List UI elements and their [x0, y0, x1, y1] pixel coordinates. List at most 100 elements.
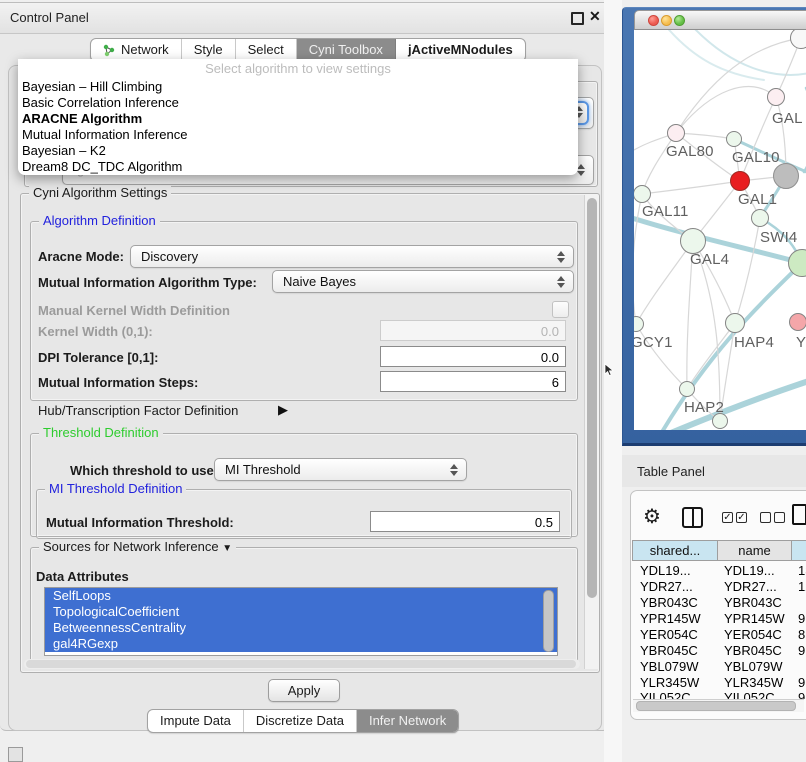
combo-stepper-icon — [557, 276, 566, 288]
close-icon[interactable]: ✕ — [589, 8, 601, 25]
list-item[interactable]: BetweennessCentrality — [45, 620, 557, 636]
table-cell[interactable]: YBR043C — [640, 595, 698, 610]
column-header-shared[interactable]: shared... — [632, 540, 718, 561]
window-minimize-icon[interactable] — [661, 15, 672, 26]
mi-steps-field[interactable]: 6 — [380, 371, 566, 392]
settings-hscrollbar-thumb[interactable] — [26, 660, 576, 668]
mi-type-label: Mutual Information Algorithm Type: — [38, 275, 257, 290]
combo-stepper-icon — [450, 464, 459, 476]
tab-jactivemnodules-label: jActiveMNodules — [408, 39, 513, 61]
dpi-tolerance-field[interactable]: 0.0 — [380, 346, 566, 367]
table-cell[interactable]: 12 — [798, 579, 806, 594]
table-cell[interactable]: YIL052C — [640, 690, 691, 699]
mi-type-combobox[interactable]: Naive Bayes — [272, 270, 574, 293]
table-cell[interactable]: YPR145W — [724, 611, 785, 626]
table-cell[interactable]: YBL079W — [640, 659, 699, 674]
node-label: SWI4 — [760, 229, 797, 246]
popup-item[interactable]: Bayesian – K2 — [18, 143, 578, 159]
table-cell[interactable]: YBL079W — [724, 659, 783, 674]
table-cell[interactable]: YDL19... — [724, 563, 775, 578]
apply-button[interactable]: Apply — [268, 679, 340, 702]
tab-select[interactable]: Select — [236, 39, 297, 61]
table-cell[interactable]: YLR345W — [640, 675, 699, 690]
aracne-mode-combobox[interactable]: Discovery — [130, 245, 574, 268]
list-item[interactable]: TopologicalCoefficient — [45, 604, 557, 620]
table-hscrollbar[interactable] — [633, 699, 804, 712]
node-HAP2[interactable] — [679, 381, 695, 397]
settings-scrollbar-thumb[interactable] — [587, 198, 597, 598]
table-cell[interactable]: 13 — [798, 563, 806, 578]
node-label: GAL10 — [732, 149, 780, 166]
grip-icon[interactable] — [8, 747, 23, 762]
node[interactable] — [789, 313, 806, 331]
tab-cyni-toolbox[interactable]: Cyni Toolbox — [297, 39, 396, 61]
table-cell[interactable]: 9. — [798, 611, 806, 626]
columns-icon[interactable] — [682, 507, 703, 528]
table-cell[interactable]: YDR27... — [724, 579, 777, 594]
network-window-titlebar[interactable] — [634, 10, 806, 30]
network-icon — [103, 44, 116, 57]
table-cell[interactable]: YLR345W — [724, 675, 783, 690]
table-panel-header: Table Panel — [622, 455, 806, 487]
gear-icon[interactable]: ⚙ — [643, 504, 661, 529]
popup-item[interactable]: Basic Correlation Inference — [18, 95, 578, 111]
table-cell[interactable]: YPR145W — [640, 611, 701, 626]
tab-discretize-data-label: Discretize Data — [256, 710, 344, 732]
manual-kernel-checkbox[interactable] — [552, 301, 569, 318]
tab-jactivemnodules[interactable]: jActiveMNodules — [396, 39, 525, 61]
node-SWI4[interactable] — [751, 209, 769, 227]
tab-discretize-data[interactable]: Discretize Data — [244, 710, 357, 732]
settings-scrollbar[interactable] — [584, 195, 598, 669]
popup-item[interactable]: Bayesian – Hill Climbing — [18, 79, 578, 95]
mi-threshold-field[interactable]: 0.5 — [370, 511, 560, 532]
list-item[interactable]: gal4RGexp — [45, 636, 557, 652]
popup-item-selected[interactable]: ARACNE Algorithm — [18, 111, 578, 127]
table-cell[interactable]: 9 — [798, 690, 805, 699]
table-cell[interactable]: YBR045C — [724, 643, 782, 658]
list-scrollbar-thumb[interactable] — [543, 590, 554, 652]
column-header-name[interactable]: name — [718, 540, 792, 561]
tab-impute-data[interactable]: Impute Data — [148, 710, 244, 732]
tab-infer-network[interactable]: Infer Network — [357, 710, 458, 732]
tab-network[interactable]: Network — [91, 39, 182, 61]
table-cell[interactable]: 8. — [798, 627, 806, 642]
collapse-down-icon[interactable]: ▼ — [222, 543, 232, 554]
deselect-all-columns-icon[interactable] — [760, 512, 785, 523]
float-window-icon[interactable] — [571, 12, 584, 25]
hub-section-label[interactable]: Hub/Transcription Factor Definition — [38, 403, 238, 418]
table-hscrollbar-thumb[interactable] — [636, 701, 796, 711]
tab-style[interactable]: Style — [182, 39, 236, 61]
column-header[interactable] — [792, 540, 806, 561]
table-cell[interactable]: 9. — [798, 643, 806, 658]
table-cell[interactable]: YER054C — [724, 627, 782, 642]
node-label: GAL11 — [642, 203, 689, 220]
table-cell[interactable]: YER054C — [640, 627, 698, 642]
node-GAL10[interactable] — [726, 131, 742, 147]
table-cell[interactable]: YBR043C — [724, 595, 782, 610]
select-all-columns-icon[interactable]: ✓✓ — [722, 512, 747, 523]
node-GAL[interactable] — [767, 88, 785, 106]
settings-hscrollbar[interactable] — [24, 659, 580, 669]
which-threshold-combobox[interactable]: MI Threshold — [214, 458, 467, 481]
popup-item[interactable]: Dream8 DC_TDC Algorithm — [18, 159, 578, 175]
table-cell[interactable]: YDR27... — [640, 579, 693, 594]
popup-item[interactable]: Mutual Information Inference — [18, 127, 578, 143]
kernel-width-field[interactable]: 0.0 — [380, 320, 566, 341]
aracne-mode-value: Discovery — [131, 246, 573, 267]
table-cell[interactable]: 9. — [798, 675, 806, 690]
expand-right-icon[interactable]: ▶ — [278, 402, 288, 418]
node-HAP4[interactable] — [725, 313, 745, 333]
node-GAL80[interactable] — [667, 124, 685, 142]
node-GAL1-selected[interactable] — [730, 171, 750, 191]
table-cell[interactable]: YIL052C — [724, 690, 775, 699]
application-root: Control Panel ✕ Network Style Select Cyn… — [0, 0, 806, 762]
window-zoom-icon[interactable] — [674, 15, 685, 26]
node[interactable] — [773, 163, 799, 189]
list-item[interactable]: SelfLoops — [45, 588, 557, 604]
network-canvas[interactable]: GAL GAL80 GAL10 GAL1 GAL11 SWI4 GAL4 GCY… — [634, 30, 806, 430]
combo-stepper-icon — [577, 164, 586, 176]
window-close-icon[interactable] — [648, 15, 659, 26]
export-table-icon[interactable] — [792, 504, 806, 525]
table-cell[interactable]: YDL19... — [640, 563, 691, 578]
table-cell[interactable]: YBR045C — [640, 643, 698, 658]
